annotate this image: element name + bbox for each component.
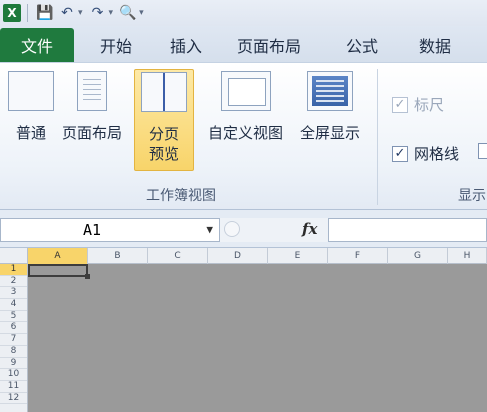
formula-bar: A1 ▼ fx <box>0 210 487 248</box>
row-header[interactable]: 8 <box>0 346 27 358</box>
show-group-label: 显示 <box>458 188 486 204</box>
partial-checkbox[interactable] <box>478 143 487 159</box>
column-header-a[interactable]: A <box>28 248 88 264</box>
name-box-value: A1 <box>83 221 102 239</box>
page-break-preview-label: 分页 预览 <box>148 125 179 163</box>
customize-toolbar-icon[interactable]: ▾ <box>139 8 144 18</box>
normal-view-icon <box>8 71 54 111</box>
tab-formulas[interactable]: 公式 <box>324 28 400 62</box>
insert-function-icon[interactable]: fx <box>302 218 317 240</box>
row-header[interactable]: 9 <box>0 358 27 370</box>
undo-icon[interactable]: ↶ <box>56 2 78 24</box>
ruler-checkbox-row[interactable]: ✓ 标尺 <box>392 94 444 115</box>
custom-views-icon <box>220 71 271 111</box>
ribbon-tabs: 文件 开始 插入 页面布局 公式 数据 <box>0 26 487 62</box>
formula-input[interactable] <box>328 218 487 242</box>
ruler-checkbox[interactable]: ✓ <box>392 96 408 113</box>
group-divider <box>377 69 378 205</box>
full-screen-label: 全屏显示 <box>300 124 361 142</box>
column-headers: A B C D E F G H <box>0 248 487 264</box>
row-header[interactable]: 12 <box>0 393 27 405</box>
toolbar-separator <box>27 4 28 22</box>
gridlines-checkbox-row[interactable]: ✓ 网格线 <box>392 143 459 164</box>
redo-dropdown-icon[interactable]: ▾ <box>109 8 114 18</box>
full-screen-button[interactable]: 全屏显示 <box>300 71 360 143</box>
column-header-f[interactable]: F <box>328 248 388 264</box>
column-header-b[interactable]: B <box>88 248 148 264</box>
undo-dropdown-icon[interactable]: ▾ <box>78 8 83 18</box>
normal-view-label: 普通 <box>15 124 46 142</box>
row-header[interactable]: 4 <box>0 299 27 311</box>
page-break-preview-button[interactable]: 分页 预览 <box>134 69 194 171</box>
row-header[interactable]: 3 <box>0 287 27 300</box>
full-screen-icon <box>307 71 353 111</box>
custom-views-button[interactable]: 自定义视图 <box>208 71 283 143</box>
name-box[interactable]: A1 ▼ <box>0 218 220 242</box>
tab-page-layout[interactable]: 页面布局 <box>214 28 324 62</box>
select-all-corner[interactable] <box>0 248 28 264</box>
formula-bar-handle-icon[interactable] <box>224 221 240 237</box>
row-headers: 1 2 3 4 5 6 7 8 9 10 11 12 <box>0 264 28 412</box>
excel-logo-icon: X <box>3 4 21 22</box>
workbook-views-group-label: 工作簿视图 <box>146 188 216 204</box>
column-header-c[interactable]: C <box>148 248 208 264</box>
formula-controls: fx <box>220 218 487 242</box>
row-header[interactable]: 5 <box>0 311 27 323</box>
page-layout-view-button[interactable]: 页面布局 <box>62 71 122 143</box>
row-header[interactable]: 11 <box>0 381 27 393</box>
custom-views-label: 自定义视图 <box>208 124 284 142</box>
ruler-label: 标尺 <box>414 96 445 114</box>
redo-icon[interactable]: ↷ <box>87 2 109 24</box>
gridlines-label: 网格线 <box>414 145 460 163</box>
tab-data[interactable]: 数据 <box>400 28 470 62</box>
column-header-g[interactable]: G <box>388 248 448 264</box>
tab-file[interactable]: 文件 <box>0 28 74 62</box>
tab-insert[interactable]: 插入 <box>158 28 214 62</box>
page-layout-icon <box>77 71 107 111</box>
print-preview-icon[interactable]: 🔍 <box>117 2 139 24</box>
quick-access-toolbar: X 💾 ↶ ▾ ↷ ▾ 🔍 ▾ <box>0 0 487 26</box>
save-icon[interactable]: 💾 <box>34 2 56 24</box>
active-cell-a1[interactable] <box>28 264 90 279</box>
row-header[interactable]: 10 <box>0 369 27 381</box>
column-header-e[interactable]: E <box>268 248 328 264</box>
gridlines-checkbox[interactable]: ✓ <box>392 145 408 162</box>
ribbon-view-panel: 普通 页面布局 分页 预览 自定义视图 全屏显示 工作簿视图 ✓ 标尺 ✓ 网格… <box>0 62 487 210</box>
column-header-d[interactable]: D <box>208 248 268 264</box>
page-break-preview-icon <box>141 72 187 112</box>
worksheet-page-break-view[interactable]: A B C D E F G H 1 2 3 4 5 6 7 8 9 10 11 … <box>0 248 487 412</box>
row-header[interactable]: 2 <box>0 276 27 288</box>
name-box-dropdown-icon[interactable]: ▼ <box>206 219 213 241</box>
column-header-h[interactable]: H <box>448 248 487 264</box>
tab-home[interactable]: 开始 <box>74 28 158 62</box>
page-layout-view-label: 页面布局 <box>62 124 123 142</box>
row-header[interactable]: 6 <box>0 322 27 335</box>
row-header[interactable]: 1 <box>0 264 27 276</box>
normal-view-button[interactable]: 普通 <box>8 71 54 143</box>
row-header[interactable]: 7 <box>0 334 27 346</box>
